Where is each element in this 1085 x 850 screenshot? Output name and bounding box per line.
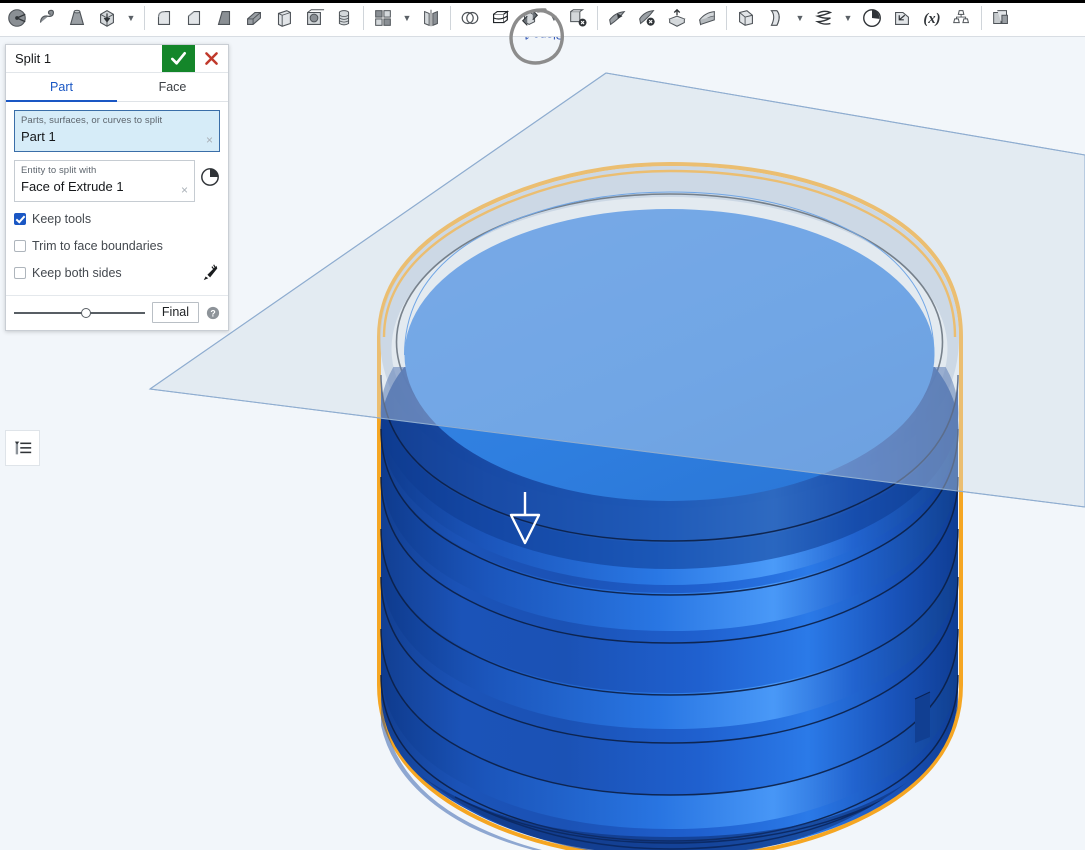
variable-icon[interactable]: (x) [917,1,947,35]
window-top-strip [0,0,1085,3]
helix-dropdown-chevron[interactable]: ▼ [839,1,857,35]
svg-text:?: ? [210,308,215,318]
slider-knob[interactable] [80,307,91,318]
revolve-icon[interactable] [92,1,122,35]
feature-toolbar[interactable]: ▼ ▼ ▼ ▼ ▼ (x) [0,0,1085,37]
entity-to-split-with-label: Entity to split with [21,165,97,176]
helix-icon[interactable] [809,1,839,35]
checkmark-icon [170,51,187,65]
feature-list-toggle[interactable] [5,430,40,466]
keep-both-sides-row[interactable]: Keep both sides [14,263,220,283]
thread-icon[interactable] [329,1,359,35]
keep-tools-label: Keep tools [32,212,92,226]
sweep-dropdown-chevron[interactable]: ▼ [791,1,809,35]
assembly-icon[interactable] [947,1,977,35]
curve-icon[interactable] [857,1,887,35]
chevron-down-icon: ▼ [402,12,412,23]
split-feature-dialog[interactable]: Split 1 Part Face Parts, surfaces, or cu… [5,44,229,331]
plane-icon[interactable] [32,1,62,35]
keep-tools-row[interactable]: Keep tools [14,209,220,229]
pattern-icon[interactable] [368,1,398,35]
entity-row: Entity to split with Face of Extrude 1 × [14,160,220,202]
confirm-button[interactable] [162,45,195,72]
extrude-dropdown-chevron[interactable]: ▼ [122,1,140,35]
trim-to-face-boundaries-row[interactable]: Trim to face boundaries [14,236,220,256]
cancel-button[interactable] [195,45,228,72]
composite-part-icon[interactable] [986,1,1016,35]
extrude-icon[interactable] [62,1,92,35]
feature-list-icon [14,441,31,455]
keep-both-sides-label: Keep both sides [32,266,122,280]
loft-icon[interactable] [731,1,761,35]
rollback-slider[interactable] [14,306,145,320]
move-face-icon[interactable] [602,1,632,35]
keep-both-sides-checkbox[interactable] [14,267,26,279]
svg-text:(x): (x) [923,11,940,27]
fillet-icon[interactable] [149,1,179,35]
split-plane-near [148,72,1085,508]
chevron-down-icon: ▼ [795,12,805,23]
transform-icon[interactable] [515,1,545,35]
toolbar-separator [363,6,364,30]
tab-part[interactable]: Part [6,73,117,102]
entity-to-split-with-value: Face of Extrude 1 [21,179,124,194]
trim-to-face-boundaries-checkbox[interactable] [14,240,26,252]
slider-track [14,311,145,314]
flip-direction-icon[interactable] [202,263,220,281]
chevron-down-icon: ▼ [549,12,559,23]
dialog-body: Parts, surfaces, or curves to split Part… [6,102,228,289]
toolbar-separator [981,6,982,30]
trim-to-face-boundaries-label: Trim to face boundaries [32,239,163,253]
dialog-title: Split 1 [15,51,52,66]
chamfer-icon[interactable] [179,1,209,35]
import-icon[interactable] [887,1,917,35]
parts-to-split-field[interactable]: Parts, surfaces, or curves to split Part… [14,110,220,152]
entity-to-split-with-field[interactable]: Entity to split with Face of Extrude 1 × [14,160,195,202]
mirror-icon[interactable] [416,1,446,35]
pattern-dropdown-chevron[interactable]: ▼ [398,1,416,35]
sketch-icon[interactable] [2,1,32,35]
boolean-icon[interactable] [455,1,485,35]
draft-icon[interactable] [209,1,239,35]
replace-face-icon[interactable] [632,1,662,35]
shell-icon[interactable] [269,1,299,35]
thicken-icon[interactable] [692,1,722,35]
sweep-icon[interactable] [761,1,791,35]
chevron-down-icon: ▼ [126,12,136,23]
help-icon[interactable]: ? [206,306,220,320]
keep-tools-checkbox[interactable] [14,213,26,225]
parts-to-split-clear-icon[interactable]: × [206,134,213,146]
split-icon[interactable] [485,1,515,35]
close-icon [205,52,218,65]
toolbar-separator [144,6,145,30]
enclose-icon[interactable] [662,1,692,35]
tab-face[interactable]: Face [117,73,228,101]
final-button[interactable]: Final [151,302,199,323]
rib-icon[interactable] [239,1,269,35]
hole-icon[interactable] [299,1,329,35]
delete-face-icon[interactable] [563,1,593,35]
toolbar-separator [597,6,598,30]
entity-to-split-with-clear-icon[interactable]: × [181,184,188,196]
dialog-titlebar: Split 1 [6,45,228,73]
dialog-tabs[interactable]: Part Face [6,73,228,102]
chevron-down-icon: ▼ [843,12,853,23]
toolbar-separator [450,6,451,30]
part-studio-history-icon[interactable] [200,167,220,187]
notch-detail [915,692,930,743]
toolbar-separator [726,6,727,30]
parts-to-split-value: Part 1 [21,129,56,144]
dialog-footer: Final ? [6,295,228,330]
parts-to-split-label: Parts, surfaces, or curves to split [21,115,163,126]
transform-dropdown-chevron[interactable]: ▼ [545,1,563,35]
